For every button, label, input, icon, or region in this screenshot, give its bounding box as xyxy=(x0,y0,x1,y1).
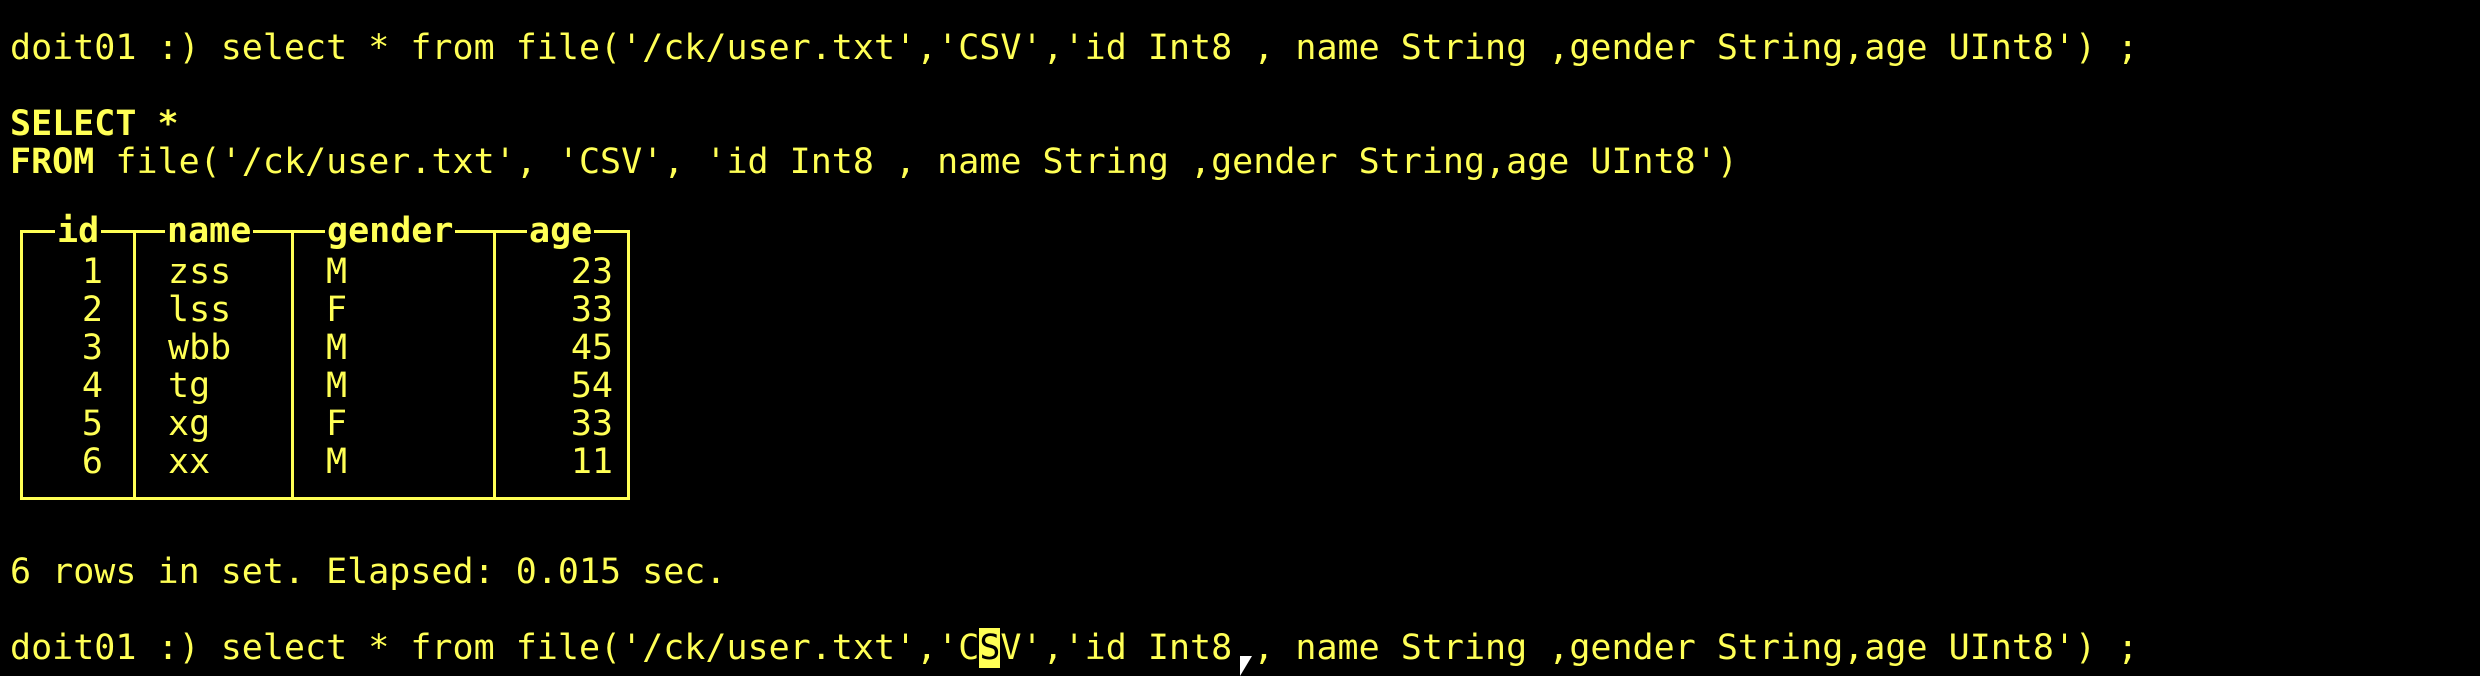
cell-gender: M xyxy=(326,328,348,368)
cell-id: 4 xyxy=(81,366,103,406)
cell-gender: M xyxy=(326,442,348,482)
cell-name: xg xyxy=(168,404,211,444)
command-text: select * from file('/ck/user.txt','CSV',… xyxy=(220,28,2139,68)
formatted-query-select: SELECT * xyxy=(10,104,179,144)
column-header-gender: gender xyxy=(325,211,456,251)
cell-age: 23 xyxy=(570,252,613,292)
cell-name: zss xyxy=(168,252,232,292)
column-header-age: age xyxy=(527,211,595,251)
prompt: doit01 :) xyxy=(10,628,221,668)
command-text-before-cursor: select * from file('/ck/user.txt','C xyxy=(220,628,980,668)
cell-id: 2 xyxy=(81,290,103,330)
mouse-pointer-icon xyxy=(1240,656,1252,676)
cell-gender: F xyxy=(326,290,348,330)
prompt: doit01 :) xyxy=(10,28,221,68)
cell-name: xx xyxy=(168,442,211,482)
cell-age: 11 xyxy=(570,442,613,482)
cell-gender: F xyxy=(326,404,348,444)
cell-id: 6 xyxy=(81,442,103,482)
cell-age: 54 xyxy=(570,366,613,406)
terminal-window[interactable]: doit01 :) select * from file('/ck/user.t… xyxy=(0,0,2480,676)
formatted-query-from: FROM file('/ck/user.txt', 'CSV', 'id Int… xyxy=(10,142,1738,182)
table-row: 3 wbb M 45 xyxy=(23,329,627,367)
table-row: 6 xx M 11 xyxy=(23,443,627,481)
cell-id: 5 xyxy=(81,404,103,444)
query-summary: 6 rows in set. Elapsed: 0.015 sec. xyxy=(10,552,727,592)
cell-name: wbb xyxy=(168,328,232,368)
table-row: 2 lss F 33 xyxy=(23,291,627,329)
cell-gender: M xyxy=(326,366,348,406)
table-row: 5 xg F 33 xyxy=(23,405,627,443)
table-row: 4 tg M 54 xyxy=(23,367,627,405)
cell-gender: M xyxy=(326,252,348,292)
command-text-after-cursor: V','id Int8 , name String ,gender String… xyxy=(1000,628,2139,668)
cell-age: 33 xyxy=(570,290,613,330)
result-table: id name gender age 1 zss M 23 2 lss F 33… xyxy=(20,211,630,500)
cell-name: tg xyxy=(168,366,211,406)
cell-name: lss xyxy=(168,290,232,330)
table-row: 1 zss M 23 xyxy=(23,253,627,291)
cell-id: 3 xyxy=(81,328,103,368)
cell-age: 33 xyxy=(570,404,613,444)
cell-age: 45 xyxy=(570,328,613,368)
command-line-1: doit01 :) select * from file('/ck/user.t… xyxy=(10,28,2138,68)
text-cursor: S xyxy=(979,628,1001,668)
cell-id: 1 xyxy=(81,252,103,292)
column-header-name: name xyxy=(165,211,254,251)
column-header-id: id xyxy=(55,211,102,251)
from-clause: file('/ck/user.txt', 'CSV', 'id Int8 , n… xyxy=(94,142,1738,182)
command-line-2[interactable]: doit01 :) select * from file('/ck/user.t… xyxy=(10,628,2138,668)
from-keyword: FROM xyxy=(10,142,95,182)
